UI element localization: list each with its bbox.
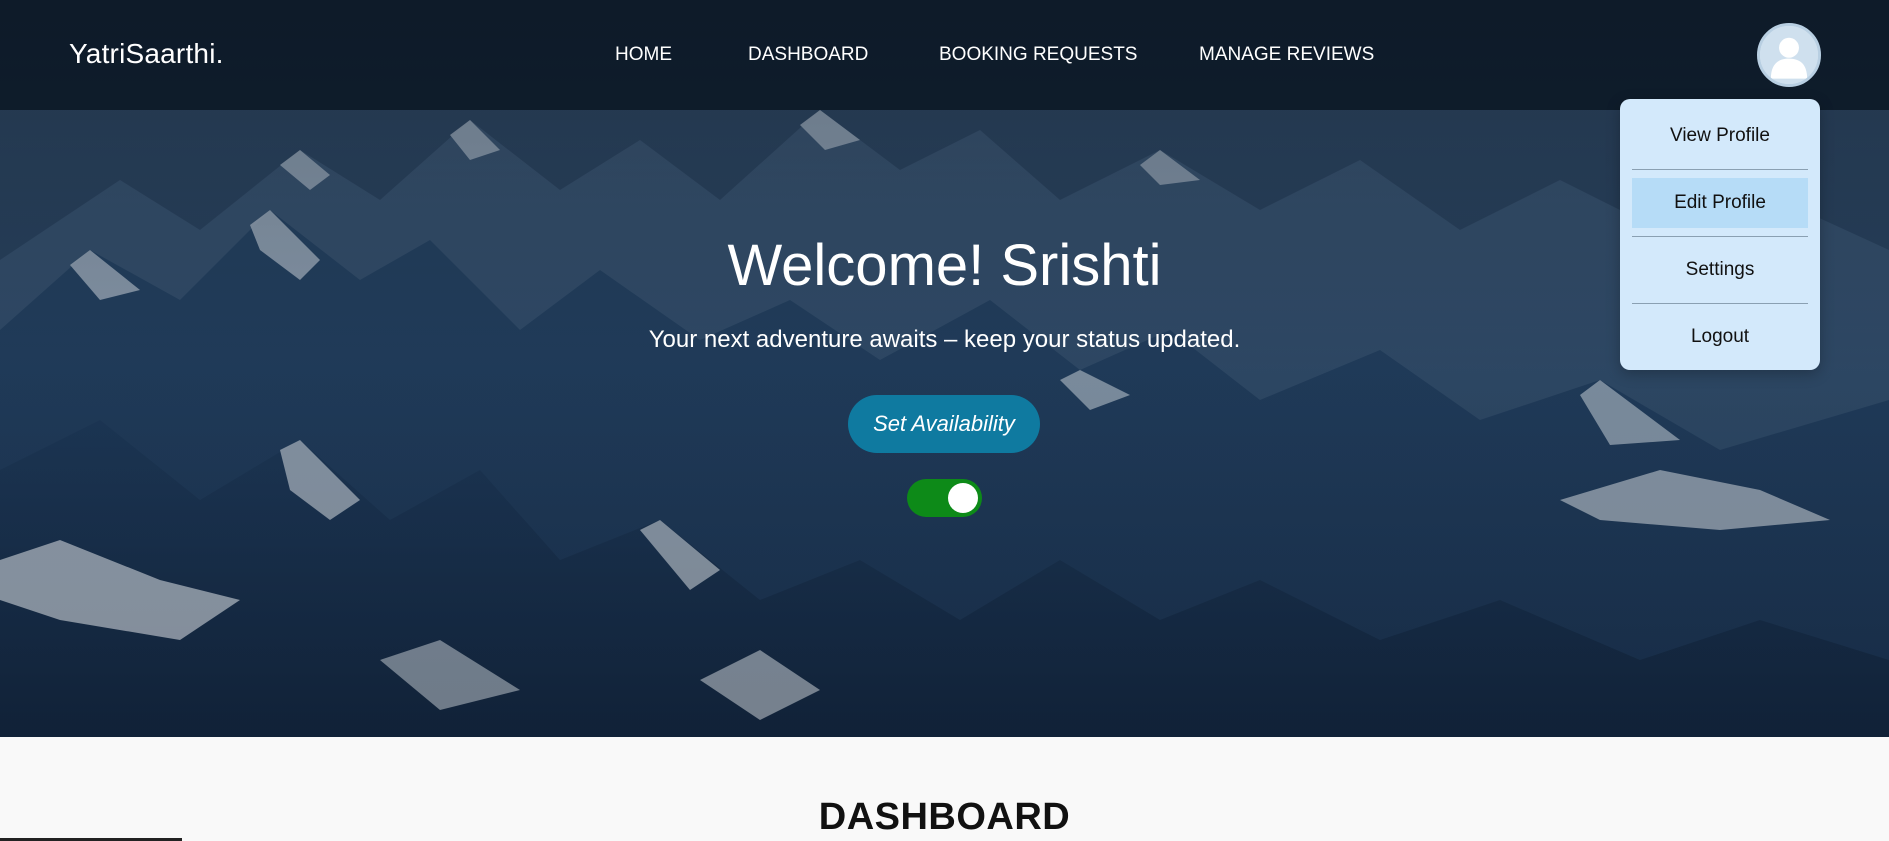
set-availability-button[interactable]: Set Availability <box>848 395 1040 453</box>
brand-logo[interactable]: YatriSaarthi. <box>69 38 224 70</box>
hero-subtitle: Your next adventure awaits – keep your s… <box>648 326 1241 353</box>
top-navbar: YatriSaarthi. HOME DASHBOARD BOOKING REQ… <box>0 0 1889 110</box>
menu-divider <box>1632 169 1808 170</box>
dashboard-section-title: DASHBOARD <box>818 796 1071 838</box>
nav-link-dashboard[interactable]: DASHBOARD <box>748 44 868 66</box>
hero-overlay <box>0 0 1889 737</box>
menu-divider <box>1632 303 1808 304</box>
toggle-knob <box>948 483 978 513</box>
welcome-heading: Welcome! Srishti <box>727 233 1162 298</box>
menu-item-view-profile[interactable]: View Profile <box>1632 111 1808 161</box>
menu-item-edit-profile[interactable]: Edit Profile <box>1632 178 1808 228</box>
nav-link-booking-requests[interactable]: BOOKING REQUESTS <box>939 44 1137 66</box>
availability-toggle[interactable] <box>907 479 982 517</box>
hero-section <box>0 0 1889 737</box>
nav-link-manage-reviews[interactable]: MANAGE REVIEWS <box>1199 44 1374 66</box>
nav-link-home[interactable]: HOME <box>615 44 672 66</box>
user-avatar-icon[interactable] <box>1757 23 1821 87</box>
